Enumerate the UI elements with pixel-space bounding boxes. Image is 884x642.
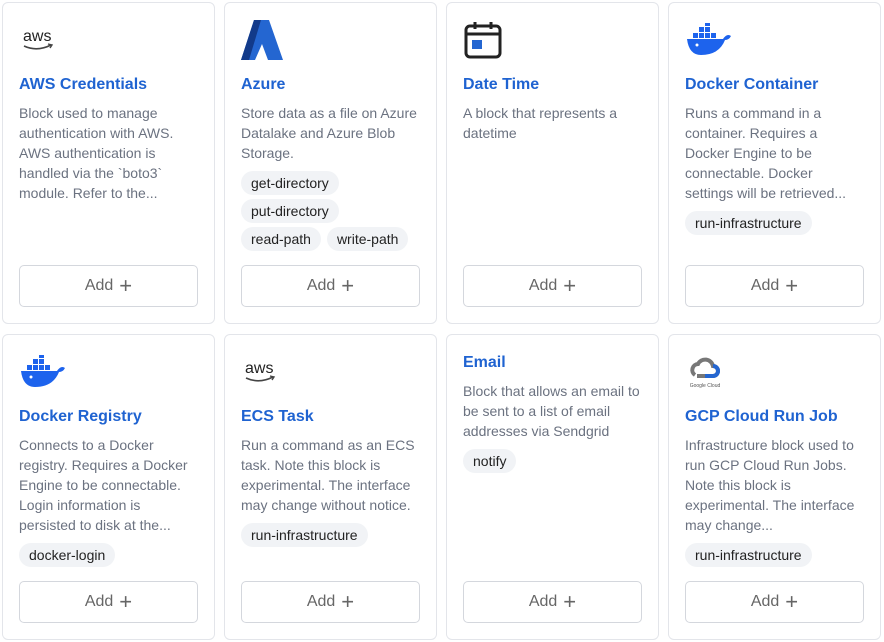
docker-logo-icon [19,351,198,393]
add-block-button[interactable]: Add + [241,581,420,623]
capability-tag: run-infrastructure [685,543,812,567]
block-title[interactable]: Azure [241,73,420,97]
add-label: Add [306,277,336,294]
tag-list: run-infrastructure [685,543,864,567]
add-block-button[interactable]: Add + [463,265,642,307]
plus-icon: + [341,273,355,298]
tag-list: docker-login [19,543,198,567]
block-card: Docker Registry Connects to a Docker regi… [2,334,215,640]
block-card: Docker Container Runs a command in a cont… [668,2,881,324]
plus-icon: + [563,589,577,614]
capability-tag: run-infrastructure [685,211,812,235]
add-label: Add [750,277,780,294]
add-block-button[interactable]: Add + [19,265,198,307]
tag-list: run-infrastructure [241,523,420,547]
add-label: Add [528,593,558,610]
block-title[interactable]: ECS Task [241,405,420,429]
google-cloud-logo-icon: Google Cloud [685,351,864,393]
block-card: Azure Store data as a file on Azure Datal… [224,2,437,324]
capability-tag: run-infrastructure [241,523,368,547]
capability-tag: get-directory [241,171,339,195]
block-card: aws AWS Credentials Block used to manage a… [2,2,215,324]
svg-text:aws: aws [245,360,273,377]
block-card: Google Cloud GCP Cloud Run Job Infrastruct… [668,334,881,640]
plus-icon: + [119,273,133,298]
svg-text:aws: aws [23,28,51,45]
add-block-button[interactable]: Add + [463,581,642,623]
tag-list: run-infrastructure [685,211,864,235]
plus-icon: + [563,273,577,298]
capability-tag: write-path [326,227,409,251]
plus-icon: + [341,589,355,614]
block-description: Runs a command in a container. Requires … [685,105,847,201]
add-label: Add [750,593,780,610]
tag-list: get-directory put-directory read-path write… [241,171,420,251]
capability-tag: docker-login [19,543,116,567]
plus-icon: + [785,589,799,614]
block-description: Connects to a Docker registry. Requires … [19,437,188,533]
add-block-button[interactable]: Add + [241,265,420,307]
block-title[interactable]: Email [463,351,642,375]
add-label: Add [84,277,114,294]
capability-tag: put-directory [241,199,339,223]
add-block-button[interactable]: Add + [685,581,864,623]
block-description: Block that allows an email to be sent to… [463,383,640,439]
capability-tag: read-path [241,227,321,251]
calendar-icon [463,19,642,61]
block-card: Date Time A block that represents a datet… [446,2,659,324]
block-description: Run a command as an ECS task. Note this … [241,437,415,513]
block-description: A block that represents a datetime [463,105,618,141]
plus-icon: + [119,589,133,614]
add-label: Add [528,277,558,294]
block-title[interactable]: Docker Container [685,73,864,97]
plus-icon: + [785,273,799,298]
block-title[interactable]: Date Time [463,73,642,97]
block-description: Infrastructure block used to run GCP Clo… [685,437,855,533]
capability-tag: notify [463,449,517,473]
block-description: Store data as a file on Azure Datalake a… [241,105,417,161]
azure-logo-icon [241,19,420,61]
aws-logo-icon: aws [19,19,198,61]
block-title[interactable]: Docker Registry [19,405,198,429]
block-card: Email Block that allows an email to be se… [446,334,659,640]
add-block-button[interactable]: Add + [19,581,198,623]
block-catalog-grid: aws AWS Credentials Block used to manage a… [2,2,881,640]
block-card: aws ECS Task Run a command as an ECS task.… [224,334,437,640]
add-label: Add [84,593,114,610]
docker-logo-icon [685,19,864,61]
svg-text:Google Cloud: Google Cloud [690,383,721,389]
add-label: Add [306,593,336,610]
aws-logo-icon: aws [241,351,420,393]
block-title[interactable]: AWS Credentials [19,73,198,97]
block-description: Block used to manage authentication with… [19,105,174,201]
add-block-button[interactable]: Add + [685,265,864,307]
block-title[interactable]: GCP Cloud Run Job [685,405,864,429]
tag-list: notify [463,449,642,473]
